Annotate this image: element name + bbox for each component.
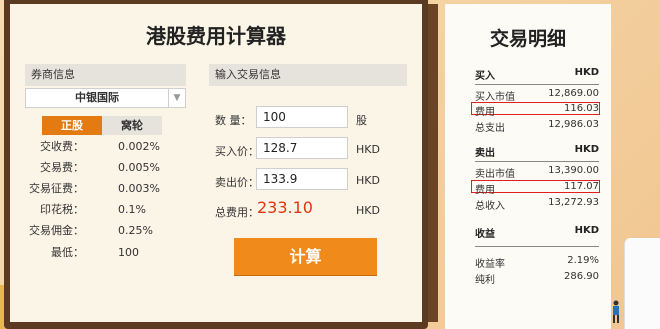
fee-row: 最低： 100 xyxy=(10,243,180,263)
tab-stock[interactable]: 正股 xyxy=(42,116,102,135)
fee-label: 交收费： xyxy=(40,140,84,153)
fee-value: 0.003% xyxy=(118,182,160,195)
detail-row: 总收入 13,272.93 xyxy=(475,197,599,212)
sell-price-input[interactable]: 133.9 xyxy=(256,168,348,190)
quantity-label: 数 量： xyxy=(215,114,252,127)
detail-row: 收益率 2.19% xyxy=(475,255,599,270)
calculate-button[interactable]: 计算 xyxy=(234,238,377,275)
fee-label: 交易费： xyxy=(40,161,84,174)
detail-row: 总支出 12,986.03 xyxy=(475,119,599,134)
detail-row: 纯利 286.90 xyxy=(475,271,599,286)
fee-value: 100 xyxy=(118,246,139,259)
profit-currency: HKD xyxy=(574,225,599,236)
buy-header-label: 买入 xyxy=(475,71,495,82)
fee-label: 印花税： xyxy=(40,203,84,216)
detail-row-label: 总支出 xyxy=(475,123,505,134)
detail-row-value: 286.90 xyxy=(564,271,599,282)
chevron-down-icon[interactable]: ▼ xyxy=(168,89,185,107)
broker-section-header: 券商信息 xyxy=(25,64,186,86)
detail-row-label: 费用 xyxy=(475,185,495,196)
buy-header: 买入 HKD xyxy=(475,67,599,83)
total-fee-unit: HKD xyxy=(356,204,380,217)
detail-row-value: 12,986.03 xyxy=(548,119,599,130)
quantity-input[interactable]: 100 xyxy=(256,106,348,128)
detail-row: 买入市值 12,869.00 xyxy=(475,88,599,103)
broker-select[interactable]: 中银国际 ▼ xyxy=(25,88,186,108)
detail-row-value: 13,272.93 xyxy=(548,197,599,208)
detail-title: 交易明细 xyxy=(489,28,566,50)
fee-value: 0.002% xyxy=(118,140,160,153)
total-fee-value: 233.10 xyxy=(257,198,313,217)
sell-header: 卖出 HKD xyxy=(475,144,599,160)
fee-row: 交易费： 0.005% xyxy=(10,158,180,178)
buy-price-unit: HKD xyxy=(356,143,380,156)
tab-warrant[interactable]: 窝轮 xyxy=(102,116,162,135)
detail-row-value: 12,869.00 xyxy=(548,88,599,99)
quantity-unit: 股 xyxy=(356,114,367,127)
buy-currency: HKD xyxy=(574,67,599,78)
profit-header: 收益 HKD xyxy=(475,225,599,241)
fee-value: 0.1% xyxy=(118,203,146,216)
page-title: 港股费用计算器 xyxy=(146,24,286,48)
sell-price-label: 卖出价： xyxy=(215,176,259,189)
fee-label: 交易征费： xyxy=(29,182,84,195)
detail-row-label: 收益率 xyxy=(475,259,505,270)
fee-row: 交易征费： 0.003% xyxy=(10,179,180,199)
fee-row: 交收费： 0.002% xyxy=(10,137,180,157)
buy-price-input[interactable]: 128.7 xyxy=(256,137,348,159)
fee-row: 交易佣金： 0.25% xyxy=(10,221,180,241)
buy-price-label: 买入价： xyxy=(215,145,259,158)
detail-row-label: 卖出市值 xyxy=(475,169,515,180)
fee-value: 0.005% xyxy=(118,161,160,174)
input-section-header: 输入交易信息 xyxy=(209,64,407,86)
profit-header-label: 收益 xyxy=(475,229,495,240)
divider xyxy=(475,161,599,162)
fee-row: 印花税： 0.1% xyxy=(10,200,180,220)
detail-row-value: 13,390.00 xyxy=(548,165,599,176)
detail-row: 费用 116.03 xyxy=(475,103,599,118)
fee-value: 0.25% xyxy=(118,224,153,237)
detail-row-label: 总收入 xyxy=(475,201,505,212)
detail-row-value: 116.03 xyxy=(564,103,599,114)
divider xyxy=(475,246,599,247)
broker-select-value: 中银国际 xyxy=(75,91,119,104)
detail-row: 费用 117.07 xyxy=(475,181,599,196)
divider xyxy=(475,84,599,85)
detail-row: 卖出市值 13,390.00 xyxy=(475,165,599,180)
person-icon xyxy=(613,300,619,323)
detail-row-label: 纯利 xyxy=(475,275,495,286)
sell-currency: HKD xyxy=(574,144,599,155)
detail-row-value: 2.19% xyxy=(567,255,599,266)
board-shadow xyxy=(428,4,438,322)
total-fee-label: 总费用： xyxy=(215,206,259,219)
detail-row-value: 117.07 xyxy=(564,181,599,192)
fee-label: 交易佣金： xyxy=(29,224,84,237)
sell-header-label: 卖出 xyxy=(475,148,495,159)
trade-detail-panel: 交易明细 买入 HKD 买入市值 12,869.00 费用 116.03 总支出… xyxy=(445,4,611,329)
detail-row-label: 费用 xyxy=(475,107,495,118)
cup-decoration xyxy=(624,238,660,329)
fee-label: 最低： xyxy=(51,246,84,259)
sell-price-unit: HKD xyxy=(356,174,380,187)
